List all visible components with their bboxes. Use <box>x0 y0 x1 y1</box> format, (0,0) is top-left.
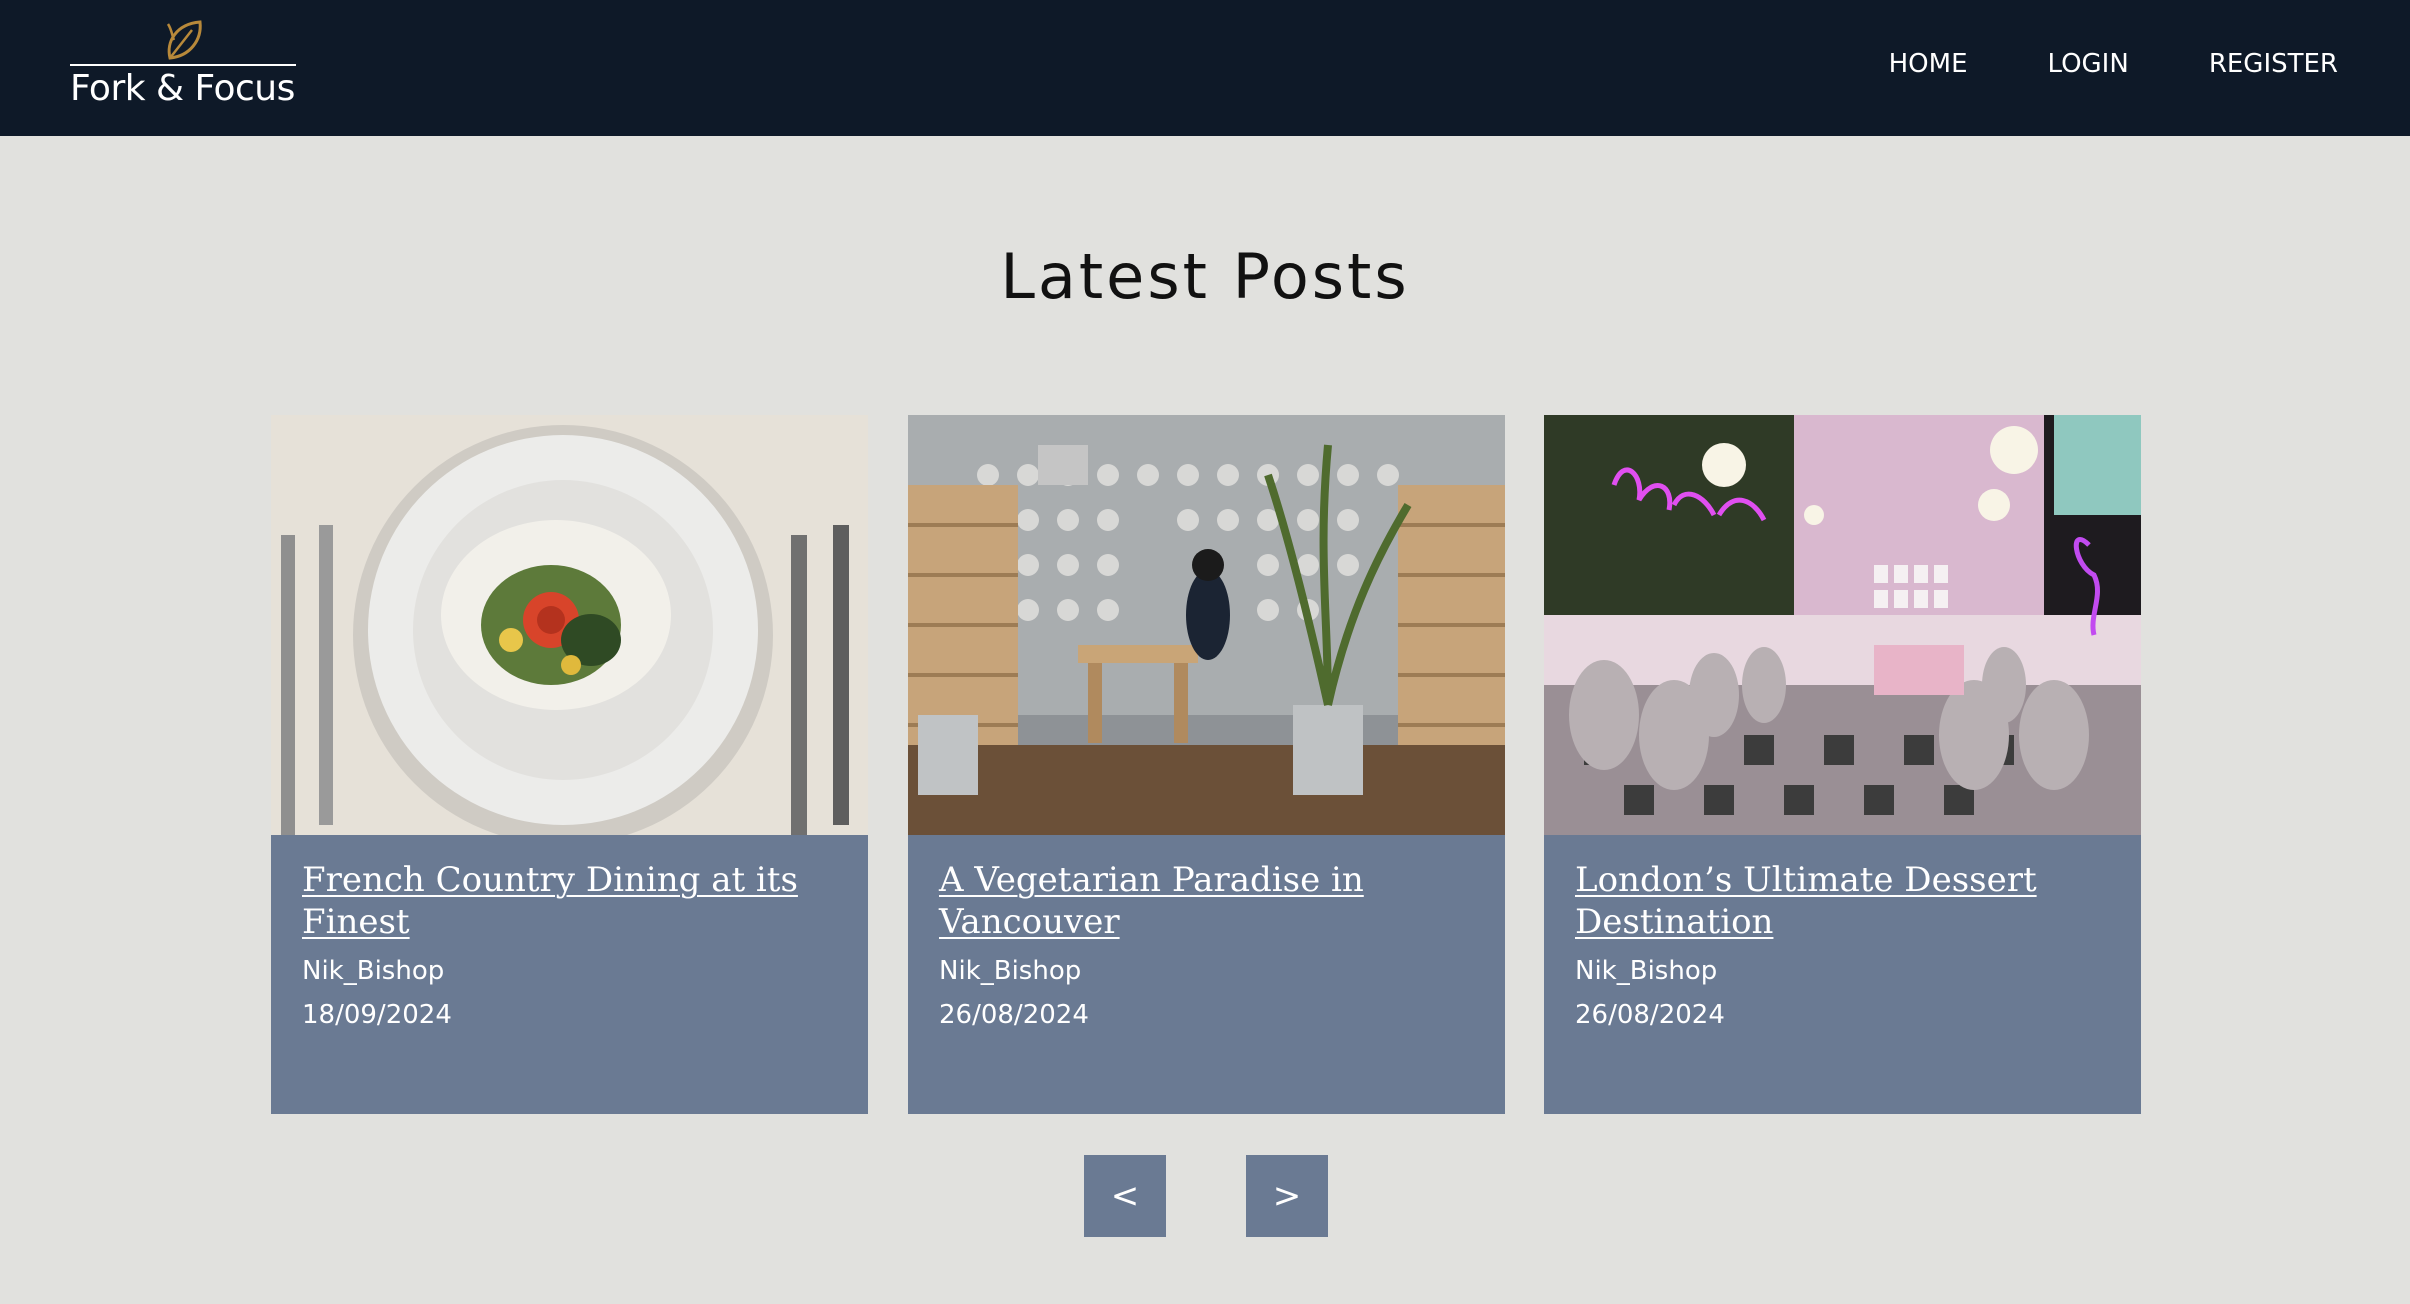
next-page-button[interactable]: > <box>1246 1155 1328 1237</box>
plated-dish-photo <box>271 415 868 835</box>
post-image[interactable] <box>271 415 868 835</box>
navbar: Fork & Focus HOME LOGIN REGISTER <box>0 0 2410 136</box>
post-author: Nik_Bishop <box>302 956 445 986</box>
main-nav: HOME LOGIN REGISTER <box>1809 44 2338 84</box>
brand-name: Fork & Focus <box>70 68 295 109</box>
post-card: French Country Dining at its Finest Nik_… <box>271 415 868 1114</box>
nav-login-link[interactable]: LOGIN <box>2048 44 2129 84</box>
restaurant-interior-photo <box>908 415 1505 835</box>
brand-logo[interactable]: Fork & Focus <box>70 18 298 112</box>
post-title-link[interactable]: London’s Ultimate Dessert Destination <box>1575 859 2095 943</box>
leaf-icon <box>166 20 202 60</box>
post-author: Nik_Bishop <box>939 956 1082 986</box>
previous-page-button[interactable]: < <box>1084 1155 1166 1237</box>
post-date: 26/08/2024 <box>1575 1000 1725 1030</box>
post-image[interactable] <box>1544 415 2141 835</box>
post-image[interactable] <box>908 415 1505 835</box>
post-card: London’s Ultimate Dessert Destination Ni… <box>1544 415 2141 1114</box>
page-title: Latest Posts <box>1000 240 1410 313</box>
pink-cafe-interior-photo <box>1544 415 2141 835</box>
post-card: A Vegetarian Paradise in Vancouver Nik_B… <box>908 415 1505 1114</box>
nav-register-link[interactable]: REGISTER <box>2209 44 2338 84</box>
post-date: 18/09/2024 <box>302 1000 452 1030</box>
post-date: 26/08/2024 <box>939 1000 1089 1030</box>
post-author: Nik_Bishop <box>1575 956 1718 986</box>
post-title-link[interactable]: A Vegetarian Paradise in Vancouver <box>939 859 1459 943</box>
post-title-link[interactable]: French Country Dining at its Finest <box>302 859 822 943</box>
brand-divider <box>70 64 296 66</box>
nav-home-link[interactable]: HOME <box>1889 44 1968 84</box>
